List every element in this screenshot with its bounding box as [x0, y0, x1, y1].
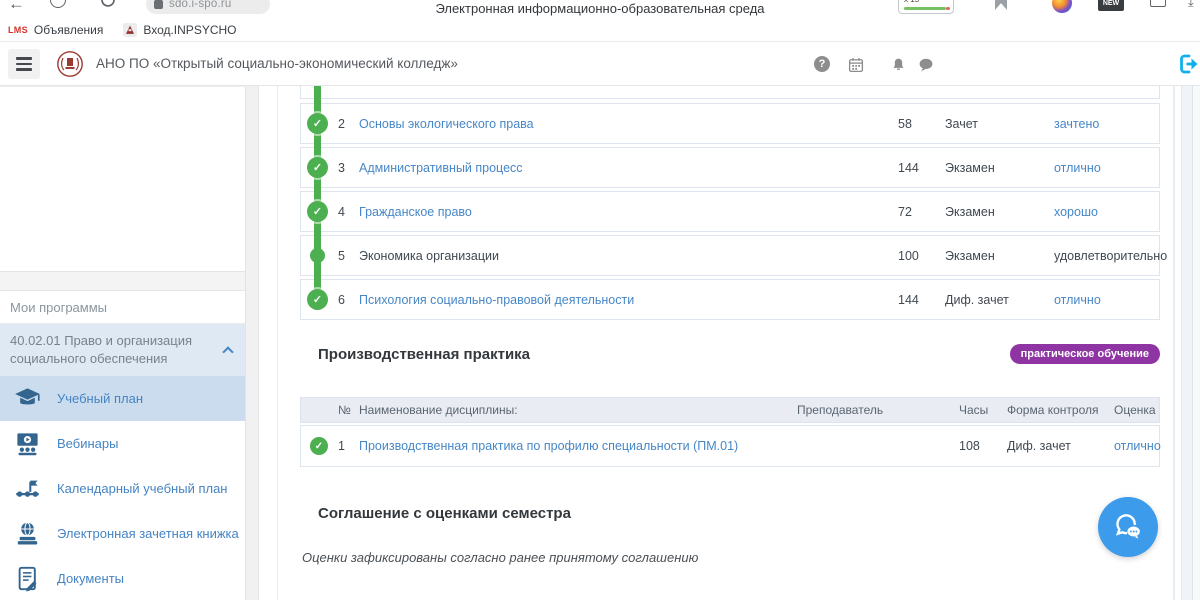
- window-scrollbar[interactable]: [1192, 86, 1200, 600]
- sidebar-item-calendar-plan[interactable]: Календарный учебный план: [0, 466, 246, 511]
- document-pen-icon: [14, 565, 41, 592]
- sidebar-program-item[interactable]: 40.02.01 Право и организация социального…: [0, 324, 246, 376]
- discipline-link[interactable]: Психология социально-правовой деятельнос…: [359, 293, 634, 307]
- table-row: 6 Психология социально-правовой деятельн…: [300, 279, 1160, 320]
- lms-favicon-icon: LMS: [8, 25, 28, 35]
- chat-bubbles-icon: [1110, 509, 1146, 545]
- agreement-section-title: Соглашение с оценками семестра: [318, 505, 571, 522]
- college-name: АНО ПО «Открытый социально-экономический…: [96, 56, 458, 71]
- main-content: 2 Основы экологического права 58 Зачет з…: [259, 86, 1200, 600]
- check-circle-icon: [307, 201, 328, 222]
- emblem-favicon-icon: [123, 23, 137, 37]
- calendar-icon[interactable]: [847, 56, 865, 74]
- sidebar: Мои программы 40.02.01 Право и организац…: [0, 86, 259, 600]
- bookmarks-bar: LMS Объявления Вход.INPSYCHO: [0, 18, 1200, 42]
- practice-section-title: Производственная практика: [318, 346, 530, 363]
- grade-link[interactable]: отлично: [1114, 439, 1161, 453]
- practice-table-row: 1 Производственная практика по профилю с…: [300, 425, 1160, 467]
- webinar-icon: [14, 430, 41, 457]
- check-circle-icon: [307, 289, 328, 310]
- browser-tab-title: Электронная информационно-образовательна…: [0, 1, 1200, 16]
- menu-toggle-button[interactable]: [8, 49, 40, 79]
- screen: ← sdo.i-spo.ru Электронная информационно…: [0, 0, 1200, 600]
- app-header: АНО ПО «Открытый социально-экономический…: [0, 42, 1200, 86]
- table-row-partial: [300, 86, 1160, 99]
- logout-icon[interactable]: [1176, 52, 1200, 76]
- chat-icon[interactable]: [917, 56, 935, 74]
- chevron-up-icon: [222, 346, 233, 357]
- bookmark-inpsycho[interactable]: Вход.INPSYCHO: [123, 23, 236, 37]
- share-icon[interactable]: [1150, 0, 1166, 7]
- sidebar-divider-band: [0, 271, 246, 291]
- bell-icon[interactable]: [890, 56, 907, 74]
- help-icon[interactable]: ?: [814, 56, 830, 72]
- dot-circle-icon: [310, 248, 325, 263]
- agreement-note: Оценки зафиксированы согласно ранее прин…: [302, 550, 698, 565]
- grade-link[interactable]: хорошо: [1054, 205, 1098, 219]
- discipline-label: Экономика организации: [359, 249, 499, 263]
- grade-link[interactable]: зачтено: [1054, 117, 1099, 131]
- check-circle-icon: [310, 437, 328, 455]
- practice-table-header: № Наименование дисциплины: Преподаватель…: [300, 397, 1160, 423]
- table-row: 4 Гражданское право 72 Экзамен хорошо: [300, 191, 1160, 232]
- milestones-icon: [14, 475, 41, 502]
- practice-discipline-link[interactable]: Производственная практика по профилю спе…: [359, 439, 738, 453]
- discipline-link[interactable]: Гражданское право: [359, 205, 472, 219]
- sidebar-item-gradebook[interactable]: Электронная зачетная книжка: [0, 511, 246, 556]
- check-circle-icon: [307, 157, 328, 178]
- sidebar-item-webinars[interactable]: Вебинары: [0, 421, 246, 466]
- sidebar-section-label: Мои программы: [0, 291, 246, 324]
- page-body: Мои программы 40.02.01 Право и организац…: [0, 86, 1200, 600]
- table-row: 5 Экономика организации 100 Экзамен удов…: [300, 235, 1160, 276]
- browser-toolbar: ← sdo.i-spo.ru Электронная информационно…: [0, 0, 1200, 18]
- grade-link[interactable]: отлично: [1054, 161, 1101, 175]
- check-circle-icon: [307, 113, 328, 134]
- support-chat-fab[interactable]: [1098, 497, 1158, 557]
- bookmark-announcements[interactable]: LMS Объявления: [8, 23, 103, 37]
- sidebar-scrollbar[interactable]: [245, 87, 258, 600]
- grade-link[interactable]: отлично: [1054, 293, 1101, 307]
- college-logo: [56, 50, 84, 78]
- extension-progress-bar: [904, 7, 946, 10]
- discipline-link[interactable]: Административный процесс: [359, 161, 523, 175]
- table-row: 3 Административный процесс 144 Экзамен о…: [300, 147, 1160, 188]
- discipline-link[interactable]: Основы экологического права: [359, 117, 534, 131]
- download-icon[interactable]: ⤓: [1188, 0, 1194, 10]
- sidebar-item-documents[interactable]: Документы: [0, 556, 246, 600]
- grade-label: удовлетворительно: [1054, 249, 1167, 263]
- new-badge-icon[interactable]: NEW: [1098, 0, 1124, 11]
- table-row: 2 Основы экологического права 58 Зачет з…: [300, 103, 1160, 144]
- sidebar-item-study-plan[interactable]: Учебный план: [0, 376, 246, 421]
- content-scrollbar[interactable]: [1174, 86, 1182, 600]
- extension-badge[interactable]: x 15: [898, 0, 954, 14]
- globe-books-icon: [14, 520, 41, 547]
- practice-badge: практическое обучение: [1010, 344, 1160, 364]
- semester-table: 2 Основы экологического права 58 Зачет з…: [300, 86, 1160, 322]
- graduation-cap-icon: [14, 385, 41, 412]
